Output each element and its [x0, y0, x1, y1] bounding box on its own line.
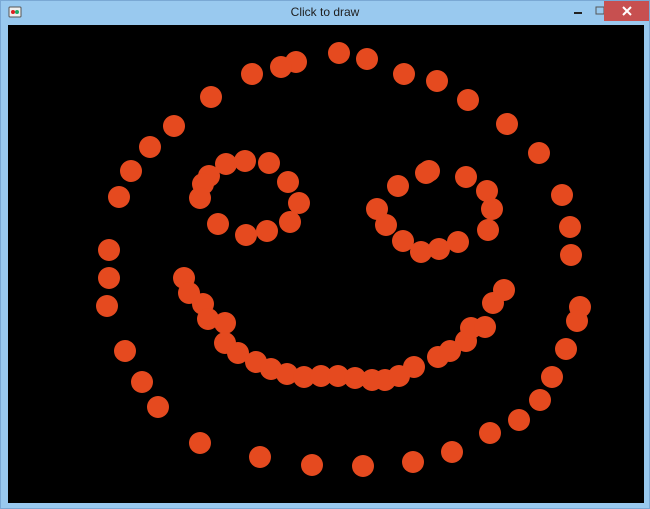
drawn-dot — [108, 186, 130, 208]
drawn-dot — [249, 446, 271, 468]
drawn-dot — [131, 371, 153, 393]
window-title: Click to draw — [290, 5, 360, 19]
drawn-dot — [559, 216, 581, 238]
drawn-dot — [403, 356, 425, 378]
drawn-dot — [98, 267, 120, 289]
drawn-dot — [551, 184, 573, 206]
drawn-dot — [455, 166, 477, 188]
drawn-dot — [288, 192, 310, 214]
drawn-dot — [447, 231, 469, 253]
close-icon — [621, 6, 632, 16]
drawn-dot — [163, 115, 185, 137]
drawn-dot — [428, 238, 450, 260]
drawn-dot — [426, 70, 448, 92]
drawn-dot — [393, 63, 415, 85]
drawn-dot — [387, 175, 409, 197]
drawn-dot — [415, 162, 437, 184]
drawn-dot — [241, 63, 263, 85]
title-bar[interactable]: Click to draw — [1, 1, 649, 25]
drawn-dot — [189, 432, 211, 454]
drawn-dot — [200, 86, 222, 108]
drawn-dot — [214, 312, 236, 334]
drawn-dot — [477, 219, 499, 241]
drawn-dot — [114, 340, 136, 362]
drawn-dot — [560, 244, 582, 266]
drawn-dot — [481, 198, 503, 220]
drawn-dot — [139, 136, 161, 158]
drawn-dot — [96, 295, 118, 317]
drawn-dot — [215, 153, 237, 175]
drawn-dot — [457, 89, 479, 111]
drawing-surface[interactable] — [8, 25, 644, 503]
drawn-dot — [541, 366, 563, 388]
drawing-canvas[interactable] — [8, 25, 644, 503]
drawn-dot — [98, 239, 120, 261]
drawn-dot — [234, 150, 256, 172]
drawn-dot — [555, 338, 577, 360]
drawn-dot — [356, 48, 378, 70]
close-button[interactable] — [604, 1, 649, 21]
drawn-dot — [402, 451, 424, 473]
app-window: Click to draw — [0, 0, 650, 509]
minimize-icon — [574, 12, 582, 14]
drawn-dot — [256, 220, 278, 242]
drawn-dot — [270, 56, 292, 78]
drawn-dot — [479, 422, 501, 444]
drawn-dot — [496, 113, 518, 135]
drawn-dot — [566, 310, 588, 332]
drawn-dot — [277, 171, 299, 193]
drawn-dot — [328, 42, 350, 64]
drawn-dot — [207, 213, 229, 235]
drawn-dot — [474, 316, 496, 338]
drawn-dot — [529, 389, 551, 411]
drawn-dot — [301, 454, 323, 476]
drawn-dot — [147, 396, 169, 418]
drawn-dot — [235, 224, 257, 246]
drawn-dot — [258, 152, 280, 174]
drawn-dot — [279, 211, 301, 233]
drawn-dot — [375, 214, 397, 236]
drawn-dot — [352, 455, 374, 477]
drawn-dot — [528, 142, 550, 164]
drawn-dot — [120, 160, 142, 182]
drawn-dot — [493, 279, 515, 301]
drawn-dot — [508, 409, 530, 431]
drawn-dot — [189, 187, 211, 209]
drawn-dot — [441, 441, 463, 463]
